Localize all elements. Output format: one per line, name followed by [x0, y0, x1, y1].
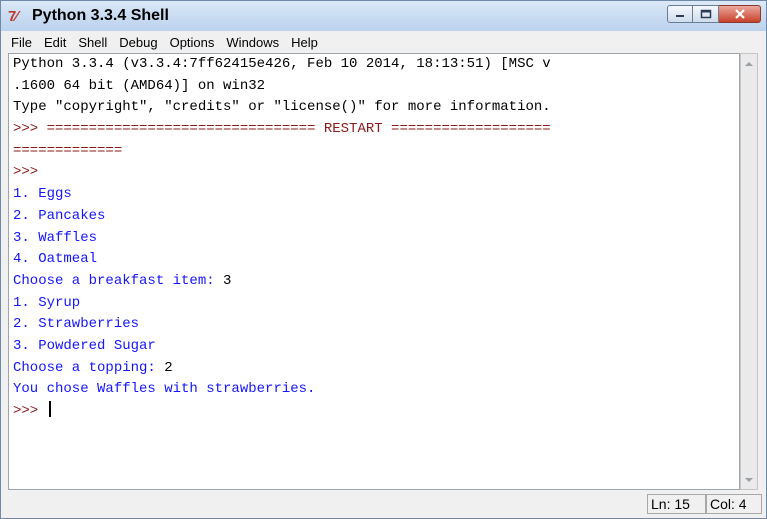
shell-line-text: Python 3.3.4 (v3.3.4:7ff62415e426, Feb 1… [13, 56, 551, 72]
shell-line: You chose Waffles with strawberries. [13, 379, 551, 401]
shell-line: ============= [13, 141, 551, 163]
shell-line: 2. Pancakes [13, 206, 551, 228]
window-controls [667, 5, 761, 25]
shell-line-text: ============= [13, 142, 123, 159]
shell-line-text: 1. Eggs [13, 186, 72, 203]
shell-line-text: Type "copyright", "credits" or "license(… [13, 99, 551, 116]
menu-help[interactable]: Help [285, 35, 324, 50]
shell-line-text: You chose Waffles with strawberries. [13, 381, 316, 398]
menu-edit[interactable]: Edit [38, 35, 72, 50]
shell-line-text: 3. Powdered Sugar [13, 337, 156, 354]
shell-line: Python 3.3.4 (v3.3.4:7ff62415e426, Feb 1… [13, 54, 551, 76]
menu-windows[interactable]: Windows [220, 35, 285, 50]
menu-debug[interactable]: Debug [113, 35, 163, 50]
shell-line: Choose a breakfast item: 3 [13, 271, 551, 293]
shell-line: 1. Eggs [13, 184, 551, 206]
shell-line: >>> [13, 162, 551, 184]
title-bar[interactable]: 7⁄ Python 3.3.4 Shell [1, 1, 766, 31]
shell-line: 3. Waffles [13, 228, 551, 250]
idle-shell-window: 7⁄ Python 3.3.4 Shell File Edit Shell De… [0, 0, 767, 519]
shell-line: Choose a topping: 2 [13, 358, 551, 380]
menu-shell[interactable]: Shell [72, 35, 113, 50]
close-button[interactable] [719, 5, 761, 23]
chevron-down-icon [745, 477, 753, 482]
menu-file[interactable]: File [5, 35, 38, 50]
shell-line-text: 1. Syrup [13, 294, 81, 311]
minimize-icon [676, 15, 684, 17]
shell-line-text: Choose a breakfast item: [13, 272, 224, 289]
shell-line: >>> [13, 401, 551, 423]
user-input: 3 [223, 272, 232, 289]
column-number-status: Col: 4 [706, 494, 762, 514]
maximize-icon [700, 9, 711, 19]
menu-bar: File Edit Shell Debug Options Windows He… [1, 31, 766, 53]
vertical-scrollbar[interactable] [740, 53, 758, 490]
scroll-down-arrow[interactable] [741, 472, 757, 488]
shell-line: .1600 64 bit (AMD64)] on win32 [13, 76, 551, 98]
shell-line-text: 3. Waffles [13, 229, 98, 246]
shell-line-text: Choose a topping: [13, 359, 165, 376]
shell-line: Type "copyright", "credits" or "license(… [13, 97, 551, 119]
text-cursor [48, 401, 51, 417]
window-title: Python 3.3.4 Shell [32, 7, 169, 24]
shell-line-text: 2. Pancakes [13, 207, 106, 224]
chevron-up-icon [745, 61, 753, 66]
shell-text-area[interactable]: Python 3.3.4 (v3.3.4:7ff62415e426, Feb 1… [8, 53, 740, 490]
shell-line-text: 4. Oatmeal [13, 251, 98, 268]
menu-options[interactable]: Options [164, 35, 221, 50]
shell-line-text: 2. Strawberries [13, 316, 140, 333]
shell-line: 4. Oatmeal [13, 249, 551, 271]
shell-line-text: >>> [13, 403, 47, 419]
status-bar: Ln: 15 Col: 4 [8, 491, 762, 515]
shell-line: >>> ================================ RES… [13, 119, 551, 141]
shell-line: 1. Syrup [13, 293, 551, 315]
shell-line: 2. Strawberries [13, 314, 551, 336]
line-number-status: Ln: 15 [647, 494, 706, 514]
close-icon [734, 9, 745, 19]
maximize-button[interactable] [693, 5, 719, 23]
minimize-button[interactable] [667, 5, 693, 23]
scroll-up-arrow[interactable] [741, 55, 757, 71]
user-input: 2 [164, 359, 173, 376]
tk-feather-icon: 7⁄ [8, 8, 18, 25]
shell-line-text: >>> [13, 164, 39, 181]
shell-line: 3. Powdered Sugar [13, 336, 551, 358]
shell-line-text: >>> ================================ RES… [13, 121, 551, 138]
shell-line-text: .1600 64 bit (AMD64)] on win32 [13, 77, 266, 94]
shell-output: Python 3.3.4 (v3.3.4:7ff62415e426, Feb 1… [13, 54, 551, 423]
